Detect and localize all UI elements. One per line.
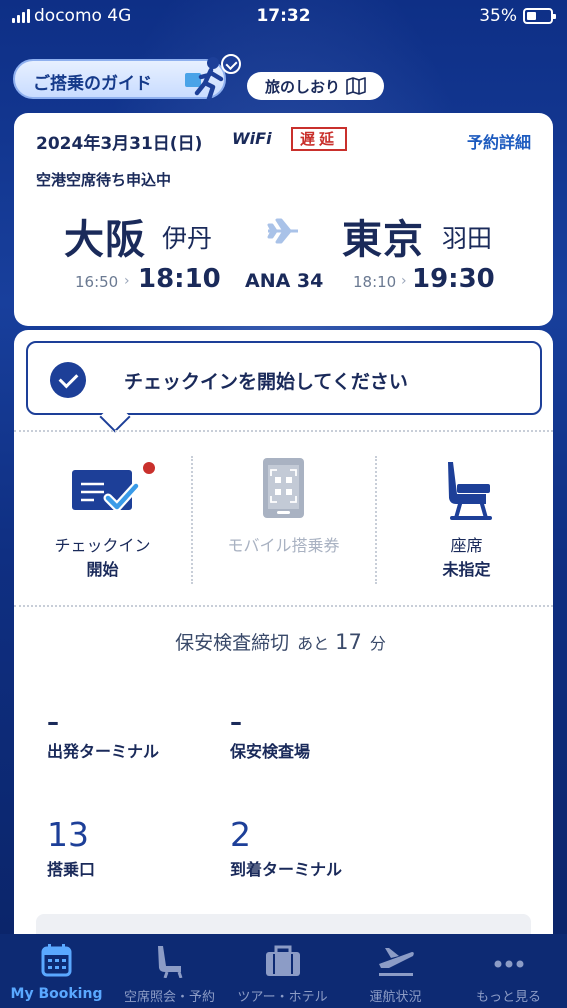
boarding-guide-button[interactable]: ご搭乗のガイド xyxy=(13,54,241,101)
origin-airport: 伊丹 xyxy=(162,224,213,253)
action-label: モバイル搭乗券 xyxy=(227,536,340,555)
action-sub-label: 開始 xyxy=(86,560,119,579)
seat-selection-button[interactable]: 座席 未指定 xyxy=(378,456,553,584)
departure-scheduled-time: 16:50 xyxy=(75,273,119,291)
travel-itinerary-label: 旅のしおり xyxy=(264,77,340,96)
flight-summary-card[interactable]: 2024年3月31日(日) WiFi 遅延 予約詳細 空港空席待ち申込中 大阪 … xyxy=(14,113,553,326)
plane-departure-icon xyxy=(379,948,414,976)
checkin-card-icon xyxy=(72,470,141,512)
boarding-gate-value: 13 xyxy=(47,815,89,854)
tab-label: My Booking xyxy=(10,986,103,1002)
tab-label: ツアー・ホテル xyxy=(237,990,328,1005)
divider xyxy=(375,456,377,584)
checkin-prompt-banner[interactable]: チェックインを開始してください xyxy=(26,341,542,433)
map-icon xyxy=(346,77,366,95)
seat-icon xyxy=(158,946,183,978)
tab-label: 運航状況 xyxy=(369,990,422,1005)
standby-status-text: 空港空席待ち申込中 xyxy=(36,171,172,189)
security-deadline-minutes: 17 xyxy=(335,630,362,654)
action-label: チェックイン xyxy=(54,536,151,555)
boarding-info-panel: チェックインを開始してください チェックイン 開始 モバイル搭乗券 座席 未指定… xyxy=(14,330,553,934)
mobile-boarding-pass-button[interactable]: モバイル搭乗券 xyxy=(195,456,372,584)
tab-my-booking[interactable]: My Booking xyxy=(0,934,113,1008)
wifi-badge: WiFi xyxy=(232,129,272,148)
divider xyxy=(191,456,193,584)
next-section-card xyxy=(36,914,531,934)
action-sub-label: 未指定 xyxy=(442,560,491,579)
travel-itinerary-button[interactable]: 旅のしおり xyxy=(247,72,384,100)
tab-more[interactable]: もっと見る xyxy=(452,934,565,1008)
chevron-right-icon: › xyxy=(124,273,130,289)
notification-dot xyxy=(143,462,155,474)
checkin-prompt-text: チェックインを開始してください xyxy=(124,371,408,393)
security-deadline-prefix: あと xyxy=(297,634,330,653)
airplane-icon xyxy=(267,218,298,244)
arrival-scheduled-time: 18:10 xyxy=(353,273,397,291)
destination-city: 東京 xyxy=(342,217,424,263)
bottom-tab-bar: My Booking 空席照会・予約 ツアー・ホテル 運航状況 もっと見る xyxy=(0,934,567,1008)
flight-date: 2024年3月31日(日) xyxy=(36,134,203,154)
tab-label: もっと見る xyxy=(475,990,541,1005)
divider xyxy=(14,430,553,432)
security-deadline-label: 保安検査締切 xyxy=(175,632,290,654)
security-checkpoint-info: – 保安検査場 xyxy=(230,708,310,762)
arrival-terminal-caption: 到着ターミナル xyxy=(230,860,343,879)
check-circle-icon xyxy=(50,362,86,398)
arrival-terminal-info: 2 到着ターミナル xyxy=(230,815,342,880)
checkin-start-button[interactable]: チェックイン 開始 xyxy=(14,456,191,584)
guide-check-badge-icon xyxy=(221,54,241,74)
security-checkpoint-value: – xyxy=(230,708,242,736)
boarding-gate-caption: 搭乗口 xyxy=(47,860,96,879)
calendar-icon xyxy=(41,944,72,977)
tab-flight-status[interactable]: 運航状況 xyxy=(339,934,452,1008)
banner-pointer xyxy=(99,401,131,433)
mobile-qr-icon xyxy=(263,458,304,518)
delay-status-badge: 遅延 xyxy=(291,127,347,151)
chevron-right-icon: › xyxy=(401,273,407,289)
tab-seat-search[interactable]: 空席照会・予約 xyxy=(113,934,226,1008)
boarding-gate-info: 13 搭乗口 xyxy=(47,815,95,880)
security-checkpoint-caption: 保安検査場 xyxy=(230,742,311,761)
security-deadline-unit: 分 xyxy=(369,634,386,653)
action-label: 座席 xyxy=(450,536,483,555)
flight-number: ANA 34 xyxy=(245,270,324,292)
more-icon xyxy=(494,960,524,968)
wifi-label: WiFi xyxy=(232,129,272,148)
departure-terminal-caption: 出発ターミナル xyxy=(47,742,160,761)
suitcase-icon xyxy=(266,945,300,976)
departure-terminal-value: – xyxy=(47,708,59,736)
reservation-details-link[interactable]: 予約詳細 xyxy=(467,129,531,153)
tab-label: 空席照会・予約 xyxy=(123,990,215,1005)
origin-city: 大阪 xyxy=(64,217,146,263)
destination-airport: 羽田 xyxy=(442,224,493,253)
divider xyxy=(14,605,553,607)
seat-icon xyxy=(448,462,492,520)
battery-percentage: 35% xyxy=(479,6,517,26)
boarding-guide-label: ご搭乗のガイド xyxy=(33,74,152,94)
departure-actual-time: 18:10 xyxy=(138,264,221,294)
security-deadline: 保安検査締切 あと 17 分 xyxy=(14,628,553,655)
tab-tour-hotel[interactable]: ツアー・ホテル xyxy=(226,934,339,1008)
status-bar: docomo 4G 17:32 35% xyxy=(0,0,567,34)
battery-icon xyxy=(523,8,556,24)
departure-terminal-info: – 出発ターミナル xyxy=(47,708,159,762)
arrival-terminal-value: 2 xyxy=(230,815,251,854)
arrival-actual-time: 19:30 xyxy=(412,264,495,294)
